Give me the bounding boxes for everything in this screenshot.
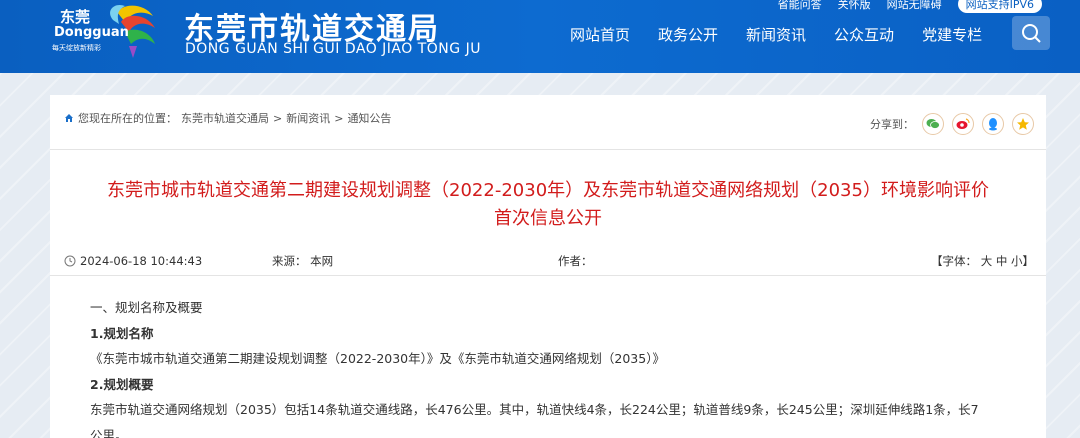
nav-public-interaction[interactable]: 公众互动 — [820, 24, 908, 45]
top-link-qa[interactable]: 省能问答 — [778, 0, 822, 12]
nav-party-building[interactable]: 党建专栏 — [908, 24, 996, 45]
article-body: 一、规划名称及概要 1.规划名称 《东莞市城市轨道交通第二期建设规划调整（202… — [90, 295, 1034, 438]
font-close: 】 — [1022, 254, 1035, 268]
article-title: 东莞市城市轨道交通第二期建设规划调整（2022-2030年）及东莞市轨道交通网络… — [50, 177, 1046, 233]
home-icon — [65, 114, 73, 122]
top-link-care[interactable]: 关怀版 — [838, 0, 871, 12]
nav-home[interactable]: 网站首页 — [556, 24, 644, 45]
source-value: 本网 — [310, 254, 334, 268]
paragraph: 东莞市轨道交通网络规划（2035）包括14条轨道交通线路，长476公里。其中，轨… — [90, 402, 979, 417]
qzone-icon[interactable] — [1012, 113, 1034, 135]
breadcrumb-separator: > — [273, 111, 283, 125]
divider — [50, 149, 1046, 150]
article-title-line2: 首次信息公开 — [494, 208, 602, 229]
nav-news[interactable]: 新闻资讯 — [732, 24, 820, 45]
source-label: 来源： — [272, 254, 307, 268]
top-links: 省能问答 关怀版 网站无障碍 网站支持IPV6 — [778, 0, 1042, 13]
paragraph-heading: 1.规划名称 — [90, 325, 154, 341]
site-subtitle: DONG GUAN SHI GUI DAO JIAO TONG JU — [185, 41, 481, 57]
paragraph: 公里。 — [90, 427, 128, 438]
font-large-button[interactable]: 大 — [981, 254, 993, 268]
breadcrumb-item-bureau[interactable]: 东莞市轨道交通局 — [181, 110, 269, 126]
source: 来源： 本网 — [272, 253, 558, 269]
breadcrumb-item-news[interactable]: 新闻资讯 — [286, 110, 330, 126]
publish-date: 2024-06-18 10:44:43 — [64, 254, 272, 268]
article-title-line1: 东莞市城市轨道交通第二期建设规划调整（2022-2030年）及东莞市轨道交通网络… — [107, 180, 989, 201]
font-medium-button[interactable]: 中 — [996, 254, 1008, 268]
divider — [50, 275, 1046, 276]
weibo-icon[interactable] — [952, 113, 974, 135]
breadcrumb-prefix: 您现在所在的位置： — [78, 112, 177, 125]
search-icon — [1022, 24, 1041, 43]
font-small-button[interactable]: 小 — [1011, 254, 1023, 268]
paragraph: 一、规划名称及概要 — [90, 300, 203, 315]
share-bar: 分享到： — [870, 113, 1034, 135]
search-button[interactable] — [1012, 16, 1050, 50]
article-meta: 2024-06-18 10:44:43 来源： 本网 作者： 【字体： 大 中 … — [64, 253, 1034, 269]
author: 作者： — [558, 253, 858, 269]
paragraph-heading: 2.规划概要 — [90, 376, 154, 392]
author-label: 作者： — [558, 254, 593, 268]
main-nav: 网站首页 政务公开 新闻资讯 公众互动 党建专栏 — [556, 24, 996, 45]
article-panel: 您现在所在的位置： 东莞市轨道交通局 > 新闻资讯 > 通知公告 分享到： 东莞… — [50, 95, 1046, 438]
site-header: 东莞 Dongguan 每天绽放新精彩 东莞市轨道交通局 DONG GUAN S… — [0, 0, 1080, 73]
logo-en: Dongguan — [54, 25, 129, 40]
top-link-accessibility[interactable]: 网站无障碍 — [887, 0, 942, 12]
breadcrumb-item-notices[interactable]: 通知公告 — [347, 110, 391, 126]
logo-slogan: 每天绽放新精彩 — [52, 44, 101, 52]
font-size-switch: 【字体： 大 中 小】 — [931, 253, 1034, 269]
font-label: 【字体： — [931, 254, 978, 268]
breadcrumb: 您现在所在的位置： 东莞市轨道交通局 > 新闻资讯 > 通知公告 — [64, 110, 391, 126]
paragraph: 《东莞市城市轨道交通第二期建设规划调整（2022-2030年）》及《东莞市轨道交… — [90, 351, 665, 366]
qq-icon[interactable] — [982, 113, 1004, 135]
ipv6-badge: 网站支持IPV6 — [957, 0, 1042, 13]
clock-icon — [64, 255, 76, 267]
wechat-icon[interactable] — [922, 113, 944, 135]
logo-cn: 东莞 — [60, 8, 91, 26]
nav-government-affairs[interactable]: 政务公开 — [644, 24, 732, 45]
publish-date-value: 2024-06-18 10:44:43 — [80, 254, 203, 268]
breadcrumb-separator: > — [334, 111, 344, 125]
share-label: 分享到： — [870, 118, 914, 131]
